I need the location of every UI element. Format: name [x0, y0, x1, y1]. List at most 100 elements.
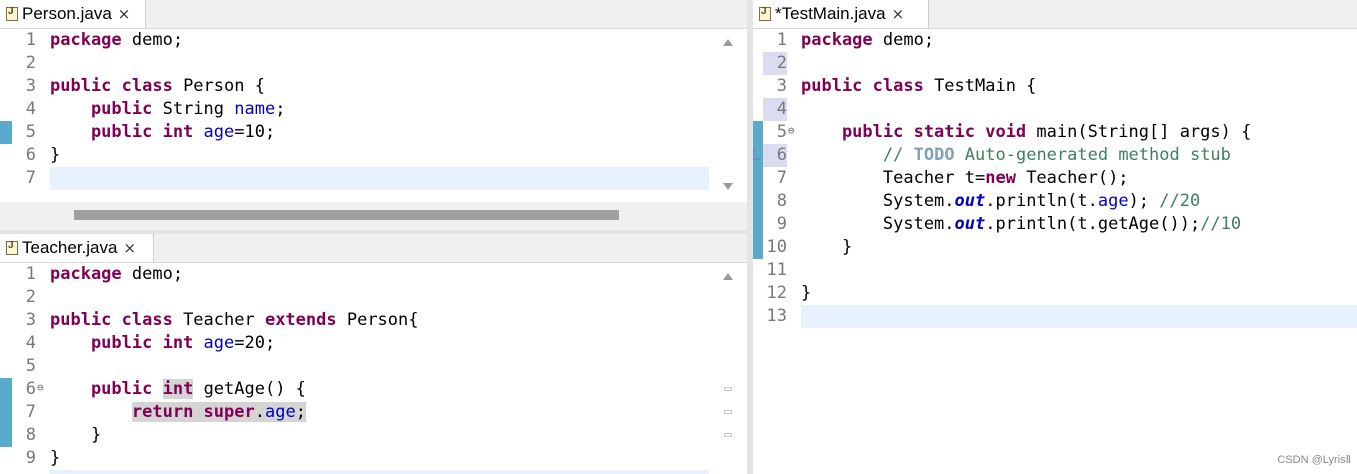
field-name: age — [1097, 191, 1129, 211]
occurrence-marker[interactable] — [724, 410, 732, 414]
occurrence-marker[interactable] — [724, 387, 732, 391]
code-text: =10; — [234, 122, 276, 142]
fold-collapse-icon[interactable]: ⊖ — [788, 124, 795, 137]
line-number: 9 — [776, 214, 787, 234]
keyword: package — [801, 30, 873, 50]
change-marker — [0, 121, 12, 144]
code-line: } — [50, 424, 101, 447]
code-text: Teacher t= — [801, 168, 986, 188]
line-number: 7 — [25, 168, 36, 188]
code-text: } — [50, 425, 102, 445]
person-code-area[interactable]: 1 2 3 4 5 6 7 package demo; public class… — [0, 29, 747, 230]
line-number: 8 — [776, 191, 787, 211]
tab-teacher-java[interactable]: Teacher.java × — [0, 234, 154, 262]
comment: //20 — [1159, 191, 1201, 211]
scrollbar-thumb[interactable] — [74, 210, 619, 220]
keyword: return super — [131, 402, 255, 422]
field-name: age — [203, 122, 235, 142]
field-name: age — [264, 402, 296, 422]
line-number: 5 — [25, 356, 36, 376]
code-line: public class TestMain { — [801, 75, 1036, 98]
comment: // — [882, 145, 914, 165]
code-line: package demo; — [801, 29, 934, 52]
static-field: out — [954, 191, 986, 211]
line-number: 4 — [25, 99, 36, 119]
code-text: Teacher — [172, 310, 265, 330]
code-text: System. — [801, 191, 955, 211]
teacher-code-area[interactable]: 1 2 3 4 5 6 7 8 9 ⊖ package demo; public… — [0, 263, 747, 474]
code-line: public static void main(String[] args) { — [801, 121, 1251, 144]
code-text: .println(t.getAge()); — [985, 214, 1201, 234]
vertical-scrollbar[interactable] — [709, 263, 747, 474]
code-line: System.out.println(t.getAge());//10 — [801, 213, 1241, 236]
line-number: 3 — [25, 310, 36, 330]
line-number: 1 — [776, 30, 787, 50]
line-number: 3 — [776, 76, 787, 96]
code-text: demo; — [121, 264, 184, 284]
field-name: name — [234, 99, 276, 119]
scroll-down-arrow-icon[interactable] — [723, 183, 733, 190]
code-text: } — [801, 283, 812, 303]
keyword: public — [50, 99, 153, 119]
code-text: . — [254, 402, 265, 422]
code-text: demo; — [121, 30, 184, 50]
code-text: =20; — [234, 333, 276, 353]
java-file-icon — [6, 240, 18, 255]
close-icon[interactable]: × — [123, 239, 136, 257]
code-line: public int age=20; — [50, 332, 275, 355]
static-field: out — [954, 214, 986, 234]
testmain-code-area[interactable]: 1 2 3 4 5 6 7 8 9 10 11 12 13 ⊖ package … — [753, 29, 1357, 474]
line-number: 11 — [766, 260, 787, 280]
line-number: 7 — [776, 168, 787, 188]
line-number: 2 — [25, 53, 36, 73]
current-line-highlight — [801, 305, 1357, 328]
keyword: public int — [50, 122, 194, 142]
code-line: return super.age; — [50, 401, 306, 424]
current-line-highlight — [50, 167, 709, 190]
line-number: 9 — [25, 448, 36, 468]
comment: //10 — [1200, 214, 1242, 234]
line-number: 4 — [25, 333, 36, 353]
code-text: Person{ — [336, 310, 419, 330]
line-number: 6 — [25, 145, 36, 165]
tab-testmain-java[interactable]: *TestMain.java × — [753, 0, 929, 28]
close-icon[interactable]: × — [118, 5, 131, 23]
tab-label: *TestMain.java — [775, 4, 886, 23]
horizontal-scrollbar[interactable] — [0, 202, 747, 230]
change-marker — [753, 121, 763, 259]
line-number: 5 — [25, 122, 36, 142]
code-line: Teacher t=new Teacher(); — [801, 167, 1129, 190]
keyword: public class — [801, 76, 924, 96]
tab-person-java[interactable]: Person.java × — [0, 0, 146, 28]
code-text: System. — [801, 214, 955, 234]
code-line: public int age=10; — [50, 121, 275, 144]
code-text: .println(t. — [985, 191, 1098, 211]
code-text: Teacher(); — [1015, 168, 1129, 188]
line-number: 13 — [766, 306, 787, 326]
keyword: package — [50, 264, 122, 284]
todo-tag: TODO — [913, 145, 955, 165]
tab-label: Teacher.java — [22, 238, 118, 257]
line-number: 6 — [25, 379, 36, 399]
vertical-scrollbar[interactable] — [709, 29, 747, 202]
line-number: 2 — [776, 53, 787, 73]
line-number: 3 — [25, 76, 36, 96]
line-number: 10 — [766, 237, 787, 257]
keyword: new — [985, 168, 1016, 188]
scroll-up-arrow-icon[interactable] — [723, 39, 733, 46]
occurrence-marker[interactable] — [724, 433, 732, 437]
line-number: 2 — [25, 287, 36, 307]
testmain-editor-pane: *TestMain.java × 1 2 3 4 5 6 7 8 9 10 11… — [753, 0, 1357, 474]
keyword: public int — [50, 333, 194, 353]
person-editor-pane: Person.java × 1 2 3 4 5 6 7 package demo… — [0, 0, 747, 230]
person-tab-bar: Person.java × — [0, 0, 747, 29]
keyword: extends — [264, 310, 337, 330]
line-number: 1 — [25, 30, 36, 50]
field-name: age — [203, 333, 235, 353]
scroll-up-arrow-icon[interactable] — [723, 273, 733, 280]
code-line: System.out.println(t.age); //20 — [801, 190, 1200, 213]
fold-collapse-icon[interactable]: ⊖ — [37, 381, 44, 394]
close-icon[interactable]: × — [892, 5, 905, 23]
code-line: } — [801, 282, 811, 305]
